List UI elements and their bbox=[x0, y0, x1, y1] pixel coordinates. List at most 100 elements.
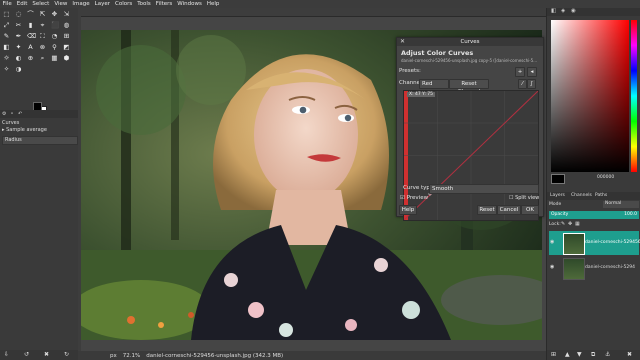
radius-slider[interactable]: Radius bbox=[2, 136, 78, 145]
fg-bg-color-icon[interactable]: ◧ bbox=[551, 8, 556, 14]
log-histogram-button[interactable]: ∫ bbox=[527, 79, 536, 89]
tool-button[interactable]: ▮ bbox=[27, 22, 34, 29]
tool-button[interactable]: ◐ bbox=[15, 55, 22, 62]
save-options-icon[interactable]: ⇩ bbox=[4, 351, 9, 358]
tool-button[interactable]: ⬛ bbox=[51, 22, 59, 29]
layer-name[interactable]: daniel-corneschi-5294 bbox=[585, 265, 635, 270]
color-history-icon[interactable]: ◈ bbox=[561, 8, 565, 14]
tool-button[interactable]: ◩ bbox=[63, 44, 70, 51]
tool-button[interactable]: ⤢ bbox=[3, 22, 10, 29]
tool-button[interactable]: ▦ bbox=[51, 55, 58, 62]
color-picker-area[interactable] bbox=[551, 20, 629, 172]
tab-channels[interactable]: Channels bbox=[571, 193, 592, 198]
horizontal-ruler[interactable] bbox=[78, 8, 546, 17]
reset-options-icon[interactable]: ↻ bbox=[64, 351, 69, 358]
tool-button[interactable]: ◧ bbox=[3, 44, 10, 51]
tool-options-tabs: ⚙ ⚬ ↶ bbox=[0, 110, 78, 118]
tool-options-icon[interactable]: ⚙ bbox=[2, 111, 6, 117]
linear-histogram-button[interactable]: ⁄ bbox=[518, 79, 527, 89]
tool-button[interactable]: ☼ bbox=[3, 55, 10, 62]
tool-button[interactable]: ⊕ bbox=[27, 55, 34, 62]
tool-button[interactable]: ✎ bbox=[3, 33, 10, 40]
menu-layer[interactable]: Layer bbox=[92, 0, 112, 8]
tool-button[interactable]: ⌒ bbox=[27, 11, 34, 18]
tab-layers[interactable]: Layers bbox=[550, 193, 565, 198]
mode-value: Normal bbox=[605, 201, 622, 206]
delete-options-icon[interactable]: ✖ bbox=[44, 351, 49, 358]
menu-select[interactable]: Select bbox=[30, 0, 52, 8]
ok-button[interactable]: OK bbox=[521, 205, 539, 215]
menu-tools[interactable]: Tools bbox=[135, 0, 154, 8]
tool-button[interactable]: ◍ bbox=[63, 22, 70, 29]
tool-button[interactable]: ⊗ bbox=[39, 44, 46, 51]
menu-filters[interactable]: Filters bbox=[153, 0, 175, 8]
zoom-select[interactable]: 72.1% bbox=[123, 353, 140, 359]
device-status-icon[interactable]: ⚬ bbox=[10, 111, 14, 117]
help-button[interactable]: Help bbox=[399, 205, 417, 215]
lock-position-icon[interactable]: ✥ bbox=[568, 221, 572, 227]
lock-alpha-icon[interactable]: ▦ bbox=[575, 221, 580, 227]
tool-button[interactable]: ✂ bbox=[15, 22, 22, 29]
hex-value[interactable]: 000000 bbox=[597, 175, 614, 180]
current-color-swatch bbox=[551, 174, 565, 184]
opacity-slider[interactable]: Opacity 100.0 bbox=[549, 211, 639, 219]
tab-paths[interactable]: Paths bbox=[595, 193, 607, 198]
hue-slider[interactable] bbox=[631, 20, 637, 172]
preset-menu-button[interactable]: ◂ bbox=[527, 67, 537, 77]
tool-button[interactable]: ⇲ bbox=[63, 11, 70, 18]
channel-select[interactable]: Red bbox=[419, 79, 449, 89]
tool-button[interactable]: A bbox=[27, 44, 34, 51]
layer-name[interactable]: daniel-corneschi-529456 bbox=[585, 240, 640, 245]
tool-button[interactable]: ⬢ bbox=[63, 55, 70, 62]
tool-button[interactable]: ⊞ bbox=[63, 33, 70, 40]
reset-button[interactable]: Reset bbox=[477, 205, 497, 215]
lower-layer-icon[interactable]: ▼ bbox=[577, 351, 582, 358]
split-view-checkbox[interactable]: ☐ Split view bbox=[509, 195, 539, 201]
menu-view[interactable]: View bbox=[52, 0, 70, 8]
tool-button[interactable]: ⛶ bbox=[39, 33, 46, 40]
tool-button[interactable]: ✥ bbox=[51, 11, 58, 18]
add-preset-button[interactable]: + bbox=[515, 67, 525, 77]
tool-button[interactable]: ⇱ bbox=[39, 11, 46, 18]
restore-options-icon[interactable]: ↺ bbox=[24, 351, 29, 358]
mode-select[interactable]: Normal bbox=[603, 201, 639, 208]
curve-graph[interactable]: X: 47 Y: 75 bbox=[403, 90, 539, 221]
tool-button[interactable]: ✦ bbox=[15, 44, 22, 51]
reset-channel-button[interactable]: Reset Channel bbox=[449, 79, 489, 95]
sample-average-toggle[interactable]: ▸ Sample average bbox=[2, 127, 76, 133]
close-icon[interactable]: ✕ bbox=[400, 38, 405, 45]
tool-button[interactable]: ⌖ bbox=[39, 22, 46, 29]
tool-button[interactable]: ⌫ bbox=[27, 33, 36, 40]
palette-icon[interactable]: ◉ bbox=[571, 8, 576, 14]
duplicate-layer-icon[interactable]: ⧉ bbox=[591, 351, 595, 359]
tool-button[interactable]: ⬚ bbox=[3, 11, 10, 18]
eye-icon[interactable]: ◉ bbox=[550, 264, 554, 270]
eye-icon[interactable]: ◉ bbox=[550, 239, 554, 245]
raise-layer-icon[interactable]: ▲ bbox=[565, 351, 570, 358]
tool-button[interactable]: ⌕ bbox=[39, 55, 46, 62]
menu-image[interactable]: Image bbox=[70, 0, 92, 8]
menu-edit[interactable]: Edit bbox=[14, 0, 30, 8]
layer-row[interactable]: ◉ daniel-corneschi-5294 bbox=[549, 256, 639, 280]
dialog-titlebar[interactable]: Curves bbox=[397, 38, 543, 46]
menu-colors[interactable]: Colors bbox=[112, 0, 134, 8]
menu-help[interactable]: Help bbox=[204, 0, 222, 8]
unit-select[interactable]: px bbox=[110, 353, 117, 359]
tool-button[interactable]: ◑ bbox=[15, 66, 22, 73]
new-layer-icon[interactable]: ⊞ bbox=[551, 351, 556, 358]
cancel-button[interactable]: Cancel bbox=[497, 205, 521, 215]
menu-file[interactable]: File bbox=[0, 0, 14, 8]
curve-type-select[interactable]: Smooth bbox=[429, 184, 539, 194]
menu-windows[interactable]: Windows bbox=[175, 0, 205, 8]
tool-button[interactable]: ✒ bbox=[15, 33, 22, 40]
layer-row[interactable]: ◉ daniel-corneschi-529456 bbox=[549, 231, 640, 255]
tool-button[interactable]: ◌ bbox=[15, 11, 22, 18]
tool-button[interactable]: ⚲ bbox=[51, 44, 58, 51]
anchor-layer-icon[interactable]: ⚓ bbox=[605, 351, 610, 358]
undo-history-icon[interactable]: ↶ bbox=[18, 111, 22, 117]
preview-checkbox[interactable]: ☑ Preview bbox=[400, 195, 428, 201]
lock-pixels-icon[interactable]: ✎ bbox=[561, 221, 565, 227]
delete-layer-icon[interactable]: ✖ bbox=[627, 351, 632, 358]
tool-button[interactable]: ◔ bbox=[51, 33, 58, 40]
tool-button[interactable]: ✧ bbox=[3, 66, 10, 73]
